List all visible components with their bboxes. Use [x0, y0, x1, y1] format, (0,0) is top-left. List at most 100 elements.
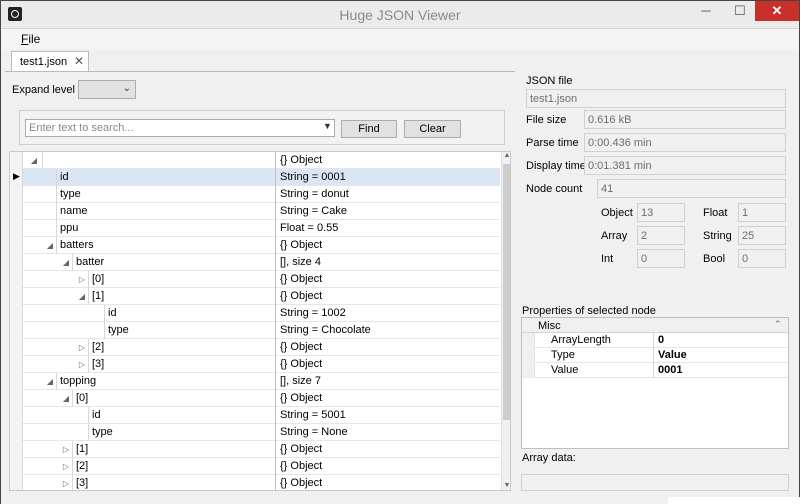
key-cell[interactable]: [1] [72, 441, 275, 458]
scroll-up-icon[interactable]: ▲ [502, 152, 510, 162]
search-dropdown-icon[interactable]: ▼ [323, 121, 332, 131]
property-category[interactable]: Misc ⌃ [522, 318, 788, 333]
row-header[interactable] [10, 373, 23, 390]
row-header[interactable] [10, 390, 23, 407]
maximize-button[interactable]: ☐ [725, 1, 755, 21]
close-button[interactable]: ✕ [755, 1, 799, 21]
property-name-cell[interactable]: ArrayLength [534, 333, 654, 348]
key-cell[interactable]: name [56, 203, 275, 220]
tree-row[interactable]: ▷ [3] {} Object [10, 356, 500, 373]
property-grid[interactable]: Misc ⌃ ArrayLength 0 Type Value Value 0001 [521, 317, 789, 449]
tree-row[interactable]: ◢ [1] {} Object [10, 288, 500, 305]
expand-level-select[interactable]: ⌄ [78, 80, 136, 99]
tree-row[interactable]: ◢ batters {} Object [10, 237, 500, 254]
expand-node-icon[interactable]: ▷ [60, 441, 72, 458]
value-cell[interactable]: {} Object [275, 356, 500, 373]
row-header[interactable] [10, 356, 23, 373]
value-cell[interactable]: String = 0001 [275, 169, 500, 186]
tree-row[interactable]: ◢ batter [], size 4 [10, 254, 500, 271]
row-header[interactable] [10, 152, 23, 169]
row-header[interactable] [10, 186, 23, 203]
key-cell[interactable]: ppu [56, 220, 275, 237]
value-cell[interactable]: String = 1002 [275, 305, 500, 322]
value-cell[interactable]: String = None [275, 424, 500, 441]
key-cell[interactable]: id [88, 407, 275, 424]
collapse-node-icon[interactable]: ◢ [44, 237, 56, 254]
tree-row[interactable]: ppu Float = 0.55 [10, 220, 500, 237]
value-cell[interactable]: String = Cake [275, 203, 500, 220]
key-cell[interactable]: type [104, 322, 275, 339]
property-name-cell[interactable]: Value [534, 363, 654, 378]
row-header[interactable] [10, 339, 23, 356]
value-cell[interactable]: [], size 4 [275, 254, 500, 271]
row-header[interactable] [10, 475, 23, 490]
key-cell[interactable]: batter [72, 254, 275, 271]
row-header[interactable] [10, 424, 23, 441]
key-cell[interactable]: [0] [72, 390, 275, 407]
scroll-thumb[interactable] [503, 164, 510, 420]
row-header[interactable]: ▶ [10, 169, 23, 186]
expand-node-icon[interactable]: ▷ [60, 458, 72, 475]
property-row[interactable]: Type Value [522, 348, 788, 363]
key-cell[interactable]: [0] [88, 271, 275, 288]
tree-row[interactable]: ▶ id String = 0001 [10, 169, 500, 186]
expand-node-icon[interactable]: ▷ [76, 339, 88, 356]
tree-row[interactable]: ▷ [2] {} Object [10, 458, 500, 475]
value-cell[interactable]: {} Object [275, 339, 500, 356]
tree-row[interactable]: type String = Chocolate [10, 322, 500, 339]
minimize-button[interactable]: ─ [691, 1, 721, 21]
value-cell[interactable]: {} Object [275, 390, 500, 407]
value-cell[interactable]: {} Object [275, 152, 500, 169]
tree-scrollbar[interactable]: ▲ ▼ [501, 152, 510, 490]
tree-row[interactable]: type String = None [10, 424, 500, 441]
value-cell[interactable]: {} Object [275, 237, 500, 254]
tree-row[interactable]: ▷ [2] {} Object [10, 339, 500, 356]
property-value[interactable]: 0001 [658, 364, 682, 376]
tree-row[interactable]: id String = 5001 [10, 407, 500, 424]
key-cell[interactable]: [2] [72, 458, 275, 475]
row-header[interactable] [10, 288, 23, 305]
json-tree[interactable]: ◢ {} Object ▶ id String = 0001 type String = d… [9, 151, 511, 491]
row-header[interactable] [10, 458, 23, 475]
property-row[interactable]: Value 0001 [522, 363, 788, 378]
collapse-node-icon[interactable]: ◢ [76, 288, 88, 305]
row-header[interactable] [10, 203, 23, 220]
property-row[interactable]: ArrayLength 0 [522, 333, 788, 348]
tree-row[interactable]: id String = 1002 [10, 305, 500, 322]
collapse-node-icon[interactable]: ◢ [44, 373, 56, 390]
row-header[interactable] [10, 407, 23, 424]
value-cell[interactable]: {} Object [275, 458, 500, 475]
collapse-node-icon[interactable]: ◢ [60, 254, 72, 271]
tree-row[interactable]: ▷ [0] {} Object [10, 271, 500, 288]
property-name-cell[interactable]: Type [534, 348, 654, 363]
value-cell[interactable]: String = 5001 [275, 407, 500, 424]
collapse-icon[interactable]: ⌃ [774, 319, 782, 330]
tab-test1-json[interactable]: test1.json ✕ [11, 51, 89, 71]
tree-row[interactable]: ▷ [1] {} Object [10, 441, 500, 458]
value-cell[interactable]: String = donut [275, 186, 500, 203]
row-header[interactable] [10, 322, 23, 339]
row-header[interactable] [10, 237, 23, 254]
tab-close-icon[interactable]: ✕ [74, 54, 84, 68]
value-cell[interactable]: {} Object [275, 475, 500, 490]
key-cell[interactable]: [1] [88, 288, 275, 305]
expand-node-icon[interactable]: ▷ [60, 475, 72, 490]
value-cell[interactable]: [], size 7 [275, 373, 500, 390]
collapse-node-icon[interactable]: ◢ [60, 390, 72, 407]
key-cell[interactable]: [3] [72, 475, 275, 490]
row-header[interactable] [10, 254, 23, 271]
tree-row[interactable]: type String = donut [10, 186, 500, 203]
value-cell[interactable]: {} Object [275, 271, 500, 288]
scroll-down-icon[interactable]: ▼ [502, 482, 510, 490]
expand-node-icon[interactable]: ▷ [76, 271, 88, 288]
value-cell[interactable]: Float = 0.55 [275, 220, 500, 237]
tree-row[interactable]: name String = Cake [10, 203, 500, 220]
value-cell[interactable]: {} Object [275, 441, 500, 458]
key-cell[interactable]: id [56, 169, 275, 186]
row-header[interactable] [10, 441, 23, 458]
find-button[interactable]: Find [341, 120, 397, 138]
key-cell[interactable]: type [88, 424, 275, 441]
row-header[interactable] [10, 220, 23, 237]
row-header[interactable] [10, 271, 23, 288]
key-cell[interactable] [42, 152, 275, 169]
